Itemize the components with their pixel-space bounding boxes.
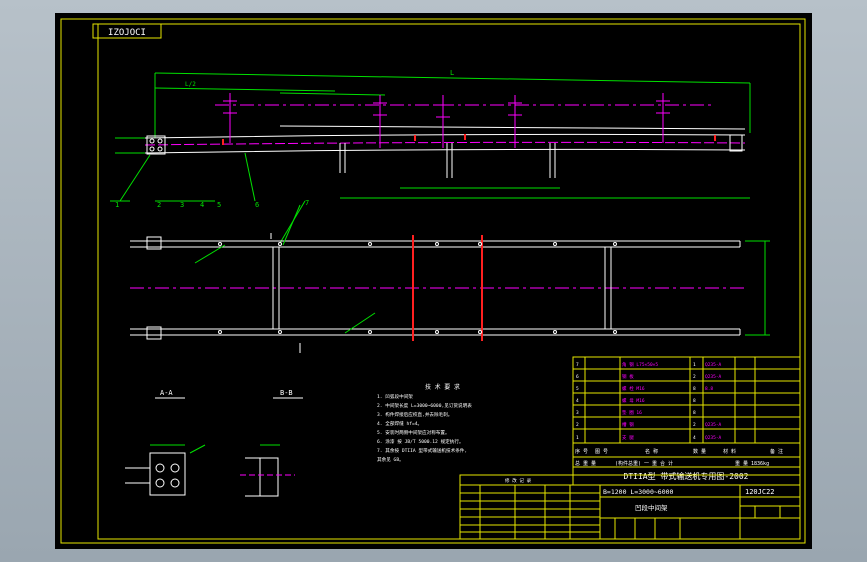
bom-row-3-name: 螺 栓 M16	[622, 385, 645, 392]
dim-total-label: L	[450, 69, 454, 77]
beam-top-edge	[144, 133, 746, 139]
svg-text:备 注: 备 注	[770, 448, 783, 455]
svg-text:7: 7	[576, 362, 579, 368]
svg-text:4: 4	[693, 435, 696, 441]
dim-sub-label: L/2	[185, 81, 196, 88]
part-ref-5: 5	[217, 201, 221, 209]
dim-line-sub	[154, 87, 336, 92]
svg-text:Q235-A: Q235-A	[705, 362, 722, 368]
svg-text:8: 8	[693, 386, 696, 392]
part-name: 凹段中间架	[635, 503, 668, 512]
svg-text:3: 3	[576, 410, 579, 416]
tech-note-2: 2. 中间架长度 L=3000~6000,见订货说明表	[377, 402, 472, 409]
svg-text:Q235-A: Q235-A	[705, 435, 722, 441]
revision-title: 修 改 记 录	[505, 477, 532, 484]
svg-text:总 重 量: 总 重 量	[575, 460, 596, 467]
bom-row-4-name: 螺 母 M16	[622, 397, 645, 404]
tech-note-8: 其余见 GB。	[377, 456, 404, 463]
svg-text:1: 1	[576, 435, 579, 441]
idler-stands	[223, 93, 670, 148]
plan-view	[130, 204, 770, 353]
support-legs	[339, 143, 556, 178]
inner-border	[97, 23, 801, 540]
drawing-no: 120JC22	[745, 488, 775, 496]
svg-text:Q235-A: Q235-A	[705, 374, 722, 380]
tech-note-4: 4. 全部焊缝 hf=4。	[377, 420, 422, 427]
svg-text:名 称: 名 称	[645, 448, 658, 455]
part-ref-1: 1	[115, 201, 119, 209]
tech-title: 技 术 要 求	[425, 383, 460, 391]
svg-text:2: 2	[576, 422, 579, 428]
beam-centre	[144, 141, 746, 146]
svg-text:Q235-A: Q235-A	[705, 422, 722, 428]
drawing-canvas: IZOJOCI L L/2 1 2 3 4 5 6 7 A-A B-B 技 术 …	[55, 13, 812, 549]
section-views: A-A B-B	[125, 389, 303, 497]
bom-table: 角 钢 L75×50×5 钢 板 螺 栓 M16 螺 母 M16 垫 圈 16 …	[572, 356, 801, 444]
svg-text:8: 8	[693, 410, 696, 416]
svg-text:8: 8	[693, 398, 696, 404]
section-label-a: A-A	[160, 389, 173, 397]
drawing-params: B=1200 L=3000~6000	[603, 488, 674, 496]
svg-text:2: 2	[693, 374, 696, 380]
tech-note-6: 6. 涂漆 按 JB/T 5000.12 规定执行。	[377, 438, 464, 445]
part-ref-6: 6	[255, 201, 259, 209]
svg-text:序 号: 序 号	[575, 448, 588, 455]
part-ref-2: 2	[157, 201, 161, 209]
tech-note-1: 1. 凹弧段中间架	[377, 393, 413, 400]
part-ref-7: 7	[305, 199, 309, 207]
svg-text:4: 4	[576, 398, 579, 404]
title-block: DTIIA型 带式输送机专用图-2002 B=1200 L=3000~6000 …	[459, 466, 801, 540]
code-box-text: IZOJOCI	[108, 28, 146, 38]
bom-row-6-name: 槽 钢	[622, 421, 634, 428]
bom-row-1-name: 角 钢 L75×50×5	[622, 361, 658, 368]
bom-header: 序 号 图 号 名 称 数 量 材 料 备 注 总 重 量 (构件总重) 一 重…	[572, 442, 801, 468]
svg-text:(构件总重) 一 重 合 计: (构件总重) 一 重 合 计	[615, 460, 673, 467]
dim-line-mid	[279, 92, 386, 96]
svg-text:图 号: 图 号	[595, 449, 608, 455]
tech-notes: 技 术 要 求 1. 凹弧段中间架 2. 中间架长度 L=3000~6000,见…	[377, 383, 472, 463]
svg-text:材 料: 材 料	[723, 448, 736, 455]
upper-rail	[279, 125, 746, 130]
bom-row-7-name: 支 腿	[622, 434, 634, 441]
part-ref-3: 3	[180, 201, 184, 209]
cad-drawing: IZOJOCI L L/2 1 2 3 4 5 6 7 A-A B-B 技 术 …	[60, 18, 806, 544]
svg-text:5: 5	[576, 386, 579, 392]
tech-note-5: 5. 安装时两侧中间架应对称布置。	[377, 429, 450, 436]
svg-text:1: 1	[693, 362, 696, 368]
part-ref-4: 4	[200, 201, 204, 209]
beam-bottom-edge	[144, 148, 746, 154]
svg-text:重 量 1836kg: 重 量 1836kg	[735, 460, 769, 467]
svg-text:2: 2	[693, 422, 696, 428]
svg-text:8.8: 8.8	[705, 386, 713, 392]
drawing-title: DTIIA型 带式输送机专用图-2002	[624, 471, 749, 481]
bom-row-5-name: 垫 圈 16	[622, 409, 642, 416]
svg-text:6: 6	[576, 374, 579, 380]
tech-note-7: 7. 其余按 DTIIA 型带式输送机技术条件,	[377, 447, 467, 454]
svg-text:数 量: 数 量	[693, 448, 706, 455]
bom-row-2-name: 钢 板	[622, 373, 634, 380]
section-label-b: B-B	[280, 389, 293, 397]
tech-note-3: 3. 构件焊接后应校直,并去除毛刺。	[377, 411, 452, 418]
elevation-view: L L/2 1 2 3 4 5 6 7	[110, 69, 751, 244]
